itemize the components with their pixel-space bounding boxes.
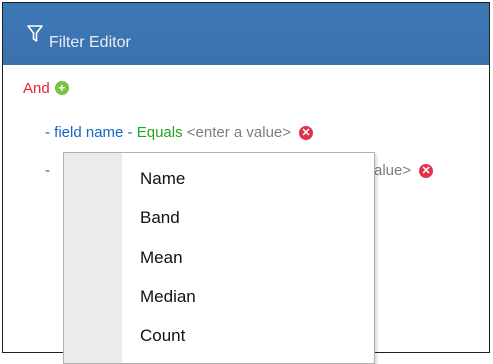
condition-field[interactable]: field name — [54, 124, 123, 141]
condition-prefix: - — [45, 124, 55, 141]
condition-row-2-visible: alue> ✕ — [374, 162, 434, 179]
group-row: And + — [23, 80, 69, 97]
filter-funnel-icon — [27, 25, 43, 42]
field-dropdown[interactable]: Name Band Mean Median Count — [63, 152, 375, 364]
group-operator[interactable]: And — [23, 80, 50, 97]
condition-prefix: - — [45, 162, 50, 179]
condition-row-2-prefix: - — [45, 162, 63, 182]
dropdown-option-count[interactable]: Count — [140, 326, 185, 346]
remove-icon[interactable]: ✕ — [419, 164, 434, 178]
condition-operator[interactable]: Equals — [137, 124, 183, 141]
condition-value[interactable]: alue> — [374, 162, 411, 179]
condition-value[interactable]: <enter a value> — [187, 124, 291, 141]
dropdown-option-name[interactable]: Name — [140, 169, 185, 189]
condition-row: - field name - Equals <enter a value> ✕ — [45, 124, 314, 141]
plus-circle-icon[interactable]: + — [54, 81, 69, 95]
dropdown-icon-gutter — [64, 153, 122, 363]
window-title: Filter Editor — [49, 34, 131, 51]
condition-separator: - — [123, 124, 137, 141]
title-bar[interactable]: Filter Editor — [3, 3, 489, 65]
remove-icon[interactable]: ✕ — [299, 126, 314, 140]
dropdown-option-median[interactable]: Median — [140, 287, 196, 307]
dropdown-option-mean[interactable]: Mean — [140, 248, 183, 268]
dropdown-option-band[interactable]: Band — [140, 208, 180, 228]
